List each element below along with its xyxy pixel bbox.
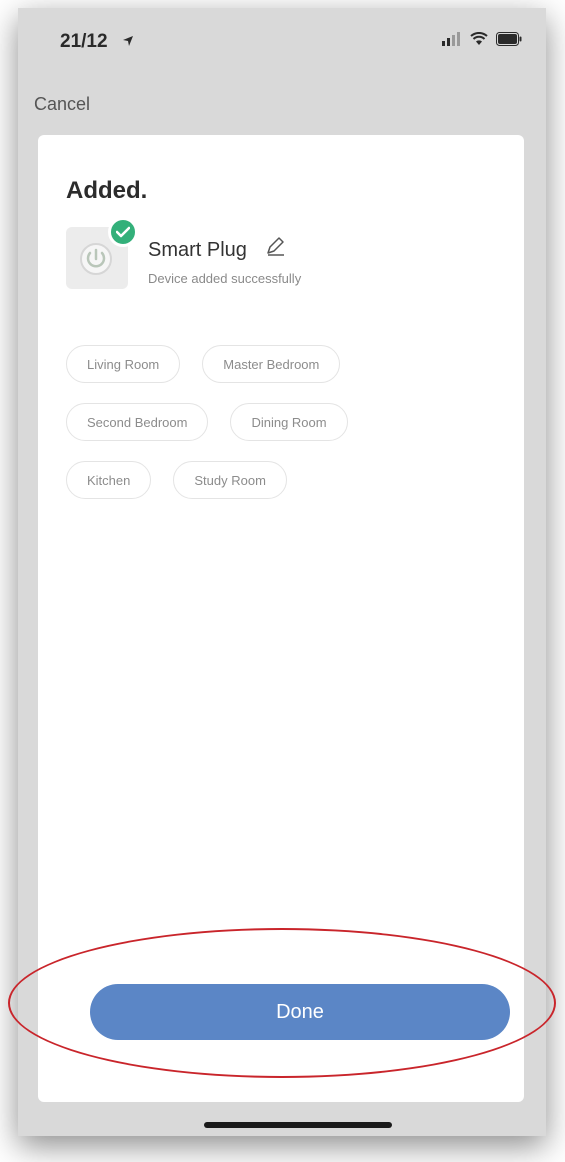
status-icons [442, 32, 522, 51]
location-arrow-icon [122, 34, 134, 46]
room-chip-study-room[interactable]: Study Room [173, 461, 287, 499]
room-chip-second-bedroom[interactable]: Second Bedroom [66, 403, 209, 441]
room-chip-kitchen[interactable]: Kitchen [66, 461, 152, 499]
phone-screen: 21/12 Cancel Added. Smart Plug Device ad… [18, 8, 546, 1136]
room-selector: Living Room Master Bedroom Second Bedroo… [66, 345, 506, 519]
edit-pencil-icon[interactable] [264, 235, 286, 262]
success-badge [108, 217, 138, 247]
battery-icon [496, 32, 522, 51]
status-bar: 21/12 [18, 8, 546, 78]
power-plug-icon [78, 241, 114, 282]
done-button[interactable]: Done [90, 984, 510, 1040]
room-chip-dining-room[interactable]: Dining Room [230, 403, 348, 441]
home-indicator[interactable] [204, 1122, 392, 1128]
room-row: Living Room Master Bedroom [66, 345, 506, 383]
room-chip-master-bedroom[interactable]: Master Bedroom [202, 345, 341, 383]
page-title: Added. [66, 177, 148, 204]
added-device-sheet: Added. Smart Plug Device added successfu [38, 135, 524, 1102]
signal-icon [442, 32, 462, 51]
room-row: Kitchen Study Room [66, 461, 506, 499]
cancel-button[interactable]: Cancel [34, 94, 90, 115]
wifi-icon [470, 32, 488, 51]
room-row: Second Bedroom Dining Room [66, 403, 506, 441]
device-name: Smart Plug [148, 239, 247, 261]
room-chip-living-room[interactable]: Living Room [66, 345, 181, 383]
status-time: 21/12 [60, 31, 108, 52]
device-status: Device added successfully [148, 271, 302, 286]
